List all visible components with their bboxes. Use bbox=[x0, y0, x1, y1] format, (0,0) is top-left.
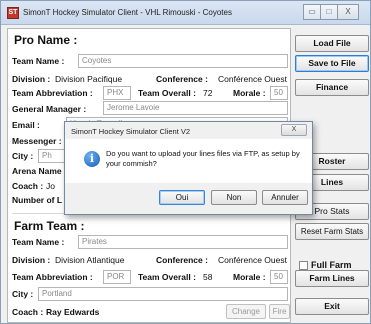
pro-abbr-label: Team Abbreviation : bbox=[12, 88, 93, 98]
farm-lines-button[interactable]: Farm Lines bbox=[295, 270, 369, 287]
farm-section-title: Farm Team : bbox=[14, 219, 85, 233]
pro-section-title: Pro Name : bbox=[14, 33, 78, 47]
window-controls: ▭ □ X bbox=[303, 4, 360, 20]
farm-coach-value: Ray Edwards bbox=[46, 307, 100, 317]
dialog-message: Do you want to upload your lines files v… bbox=[106, 149, 300, 168]
info-icon: i bbox=[84, 151, 100, 167]
fire-coach-button[interactable]: Fire bbox=[269, 304, 290, 319]
finance-button[interactable]: Finance bbox=[295, 79, 369, 96]
pro-city-label: City : bbox=[12, 151, 34, 161]
title-bar: ST SimonT Hockey Simulator Client - VHL … bbox=[1, 1, 370, 25]
gm-field[interactable]: Jerome Lavoie bbox=[103, 101, 288, 115]
exit-button[interactable]: Exit bbox=[295, 298, 369, 315]
gm-label: General Manager : bbox=[12, 104, 87, 114]
pro-morale-label: Morale : bbox=[233, 88, 266, 98]
window-title: SimonT Hockey Simulator Client - VHL Rim… bbox=[23, 8, 232, 17]
full-farm-checkbox[interactable] bbox=[299, 261, 308, 270]
load-file-button[interactable]: Load File bbox=[295, 35, 369, 52]
pro-coach-value: Jo bbox=[46, 181, 55, 191]
no-button[interactable]: Non bbox=[211, 190, 257, 205]
minimize-button[interactable]: ▭ bbox=[303, 4, 321, 20]
ftp-upload-dialog: SimonT Hockey Simulator Client V2 X i Do… bbox=[64, 121, 313, 215]
farm-city-field[interactable]: Portland bbox=[38, 287, 288, 301]
save-to-file-button[interactable]: Save to File bbox=[295, 55, 369, 72]
dialog-close-button[interactable]: X bbox=[281, 124, 307, 136]
arena-label: Arena Name bbox=[12, 166, 62, 176]
pro-morale-field[interactable]: 50 bbox=[270, 86, 288, 100]
pro-overall-value: 72 bbox=[203, 88, 213, 98]
pro-team-name-field[interactable]: Coyotes bbox=[78, 54, 288, 68]
farm-overall-value: 58 bbox=[203, 272, 213, 282]
yes-button[interactable]: Oui bbox=[159, 190, 205, 205]
number-label: Number of L bbox=[12, 195, 63, 205]
farm-city-label: City : bbox=[12, 289, 34, 299]
farm-conference-label: Conference : bbox=[156, 255, 208, 265]
farm-coach-label: Coach : bbox=[12, 307, 44, 317]
pro-overall-label: Team Overall : bbox=[138, 88, 196, 98]
pro-abbr-field[interactable]: PHX bbox=[103, 86, 131, 100]
farm-morale-field[interactable]: 50 bbox=[270, 270, 288, 284]
farm-overall-label: Team Overall : bbox=[138, 272, 196, 282]
farm-division-value: Division Atlantique bbox=[55, 255, 125, 265]
app-window: ST SimonT Hockey Simulator Client - VHL … bbox=[0, 0, 371, 324]
pro-conference-label: Conference : bbox=[156, 74, 208, 84]
messenger-label: Messenger : bbox=[12, 136, 62, 146]
farm-abbr-field[interactable]: POR bbox=[103, 270, 131, 284]
farm-abbr-label: Team Abbreviation : bbox=[12, 272, 93, 282]
farm-team-name-label: Team Name : bbox=[12, 237, 65, 247]
change-coach-button[interactable]: Change bbox=[226, 304, 266, 319]
farm-division-label: Division : bbox=[12, 255, 51, 265]
pro-division-value: Division Pacifique bbox=[55, 74, 123, 84]
email-label: Email : bbox=[12, 120, 40, 130]
dialog-body: i Do you want to upload your lines files… bbox=[65, 139, 312, 183]
reset-farm-stats-button[interactable]: Reset Farm Stats bbox=[295, 223, 369, 240]
close-window-button[interactable]: X bbox=[337, 4, 359, 20]
maximize-button[interactable]: □ bbox=[320, 4, 338, 20]
farm-conference-value: Conférence Ouest bbox=[218, 255, 287, 265]
full-farm-label: Full Farm bbox=[311, 260, 352, 270]
pro-team-name-label: Team Name : bbox=[12, 56, 65, 66]
pro-coach-label: Coach : bbox=[12, 181, 44, 191]
farm-morale-label: Morale : bbox=[233, 272, 266, 282]
dialog-title: SimonT Hockey Simulator Client V2 bbox=[71, 127, 191, 136]
pro-conference-value: Conférence Ouest bbox=[218, 74, 287, 84]
pro-division-label: Division : bbox=[12, 74, 51, 84]
cancel-button[interactable]: Annuler bbox=[262, 190, 308, 205]
farm-team-name-field[interactable]: Pirates bbox=[78, 235, 288, 249]
app-logo-icon: ST bbox=[7, 7, 19, 19]
